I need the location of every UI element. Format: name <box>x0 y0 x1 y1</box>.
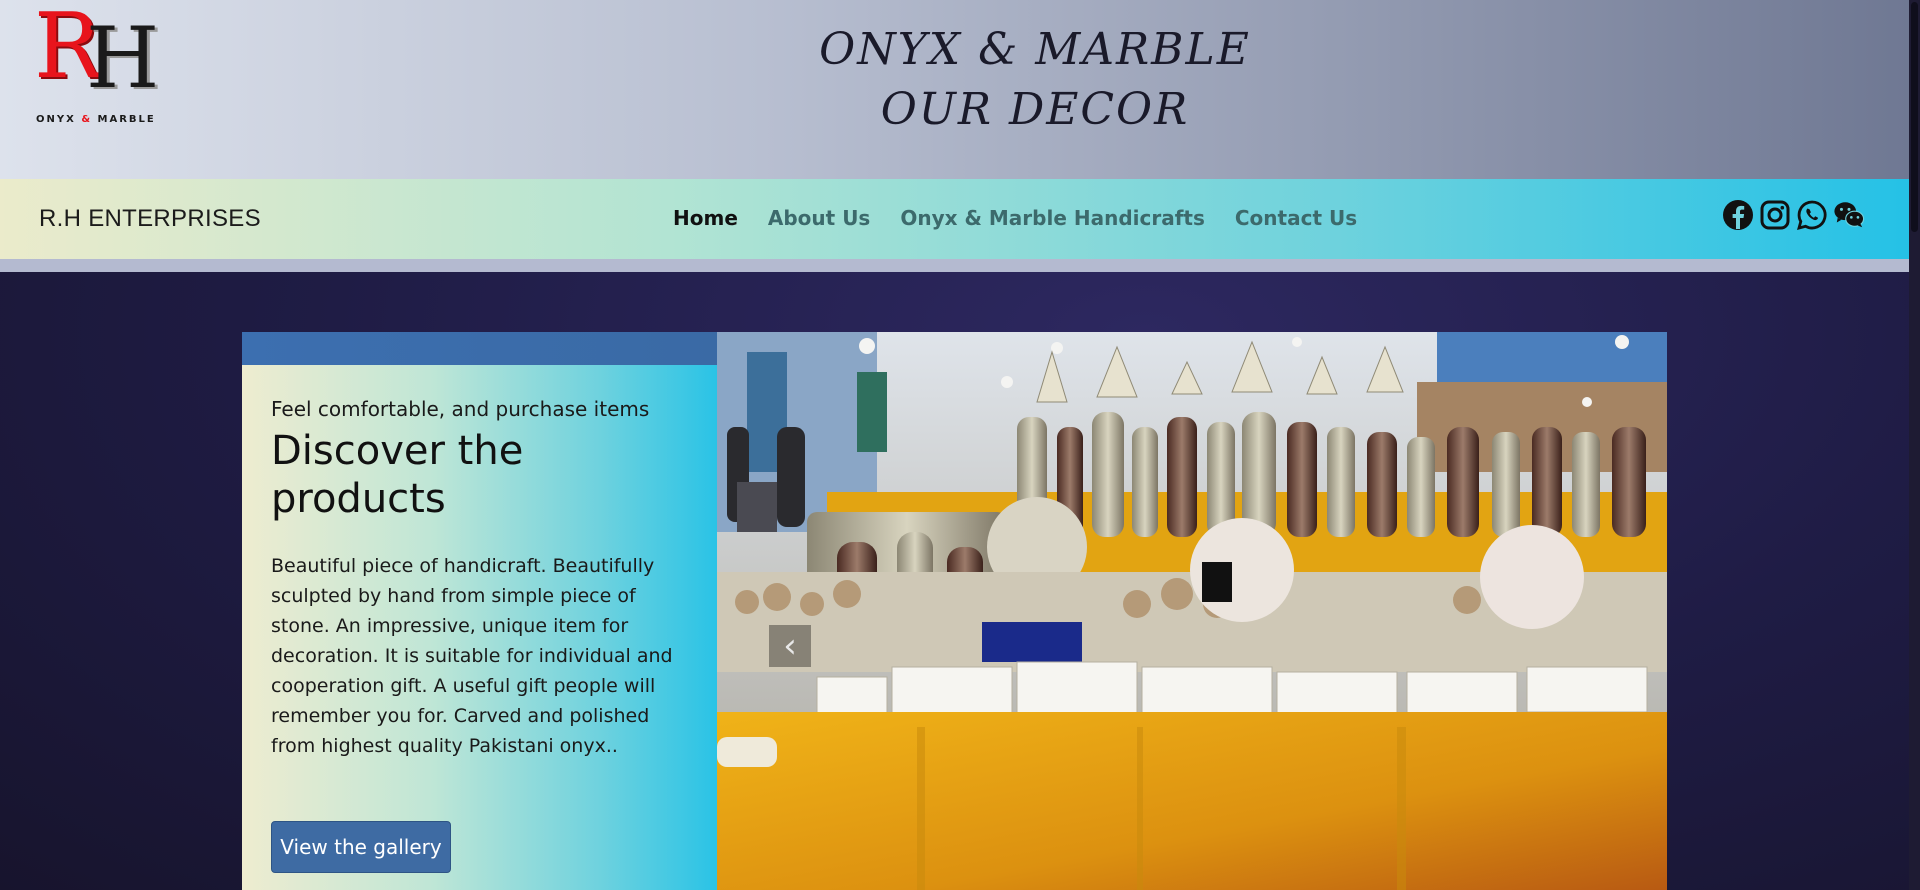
logo-sub-marble: MARBLE <box>97 114 156 125</box>
social-links <box>1722 199 1865 231</box>
image-carousel[interactable]: ‹ <box>717 332 1667 890</box>
view-gallery-button[interactable]: View the gallery <box>271 821 451 873</box>
logo-subtitle: ONYX & MARBLE <box>36 114 156 125</box>
hero-kicker: Feel comfortable, and purchase items <box>271 397 650 421</box>
hero-card: Feel comfortable, and purchase items Dis… <box>242 365 717 890</box>
hero-headline: Discover the products <box>271 428 524 522</box>
carousel-prev-button[interactable]: ‹ <box>769 625 811 667</box>
nav-link-handicrafts[interactable]: Onyx & Marble Handicrafts <box>900 206 1205 230</box>
card-top-bar <box>242 332 717 365</box>
exhibition-photo <box>717 332 1667 890</box>
whatsapp-icon[interactable] <box>1796 199 1828 231</box>
instagram-icon[interactable] <box>1759 199 1791 231</box>
site-title: ONYX & MARBLE OUR DECOR <box>640 20 1430 140</box>
page-scrollbar[interactable] <box>1909 0 1920 890</box>
site-title-line2: OUR DECOR <box>880 84 1190 135</box>
hero-section: Feel comfortable, and purchase items Dis… <box>0 272 1909 890</box>
nav-link-home[interactable]: Home <box>673 206 738 230</box>
top-header: R H ONYX & MARBLE ONYX & MARBLE OUR DECO… <box>0 0 1909 179</box>
wechat-icon[interactable] <box>1833 199 1865 231</box>
nav-link-contact-us[interactable]: Contact Us <box>1235 206 1357 230</box>
nav-link-about-us[interactable]: About Us <box>768 206 870 230</box>
nav-bar: R.H ENTERPRISES Home About Us Onyx & Mar… <box>0 179 1909 259</box>
logo-sub-amp: & <box>81 114 93 125</box>
logo[interactable]: R H ONYX & MARBLE <box>34 2 184 128</box>
nav-divider <box>0 259 1909 272</box>
scrollbar-thumb[interactable] <box>1911 2 1918 232</box>
facebook-icon[interactable] <box>1722 199 1754 231</box>
hero-description: Beautiful piece of handicraft. Beautiful… <box>271 555 673 757</box>
nav-links: Home About Us Onyx & Marble Handicrafts … <box>673 206 1357 230</box>
logo-sub-onyx: ONYX <box>36 114 76 125</box>
brand-name[interactable]: R.H ENTERPRISES <box>39 205 261 233</box>
logo-letter-h: H <box>86 9 160 107</box>
site-title-line1: ONYX & MARBLE <box>819 24 1251 75</box>
